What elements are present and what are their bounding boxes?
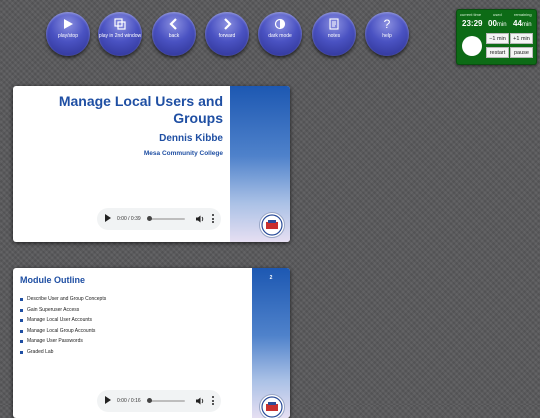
list-item: Manage Local User Accounts: [20, 315, 106, 326]
restart-button[interactable]: restart: [486, 47, 509, 58]
list-item: Describe User and Group Concepts: [20, 294, 106, 305]
audio-seek-bar[interactable]: [147, 398, 185, 403]
list-item: Graded Lab: [20, 347, 106, 358]
play-stop-label: play/stop: [57, 33, 78, 39]
used-value: 00min: [488, 19, 507, 28]
remaining-unit: min: [521, 22, 532, 28]
current-time-label: current time: [460, 12, 482, 17]
play-in-2nd-window-label: play in 2nd window: [98, 33, 142, 39]
slide-2[interactable]: Module Outline 2 Describe User and Group…: [13, 268, 290, 418]
window-icon: [98, 18, 142, 32]
slide-title: Manage Local Users and Groups: [58, 93, 223, 126]
slide-author: Dennis Kibbe: [159, 133, 223, 144]
minus-one-minute-button[interactable]: −1 min: [486, 33, 509, 44]
plus-one-minute-button[interactable]: +1 min: [510, 33, 533, 44]
slide-1[interactable]: Manage Local Users and Groups Dennis Kib…: [13, 86, 290, 242]
current-time-value: 23:29: [462, 19, 483, 28]
audio-seek-knob[interactable]: [147, 216, 152, 221]
slide-number: 2: [269, 275, 273, 281]
list-item: Manage User Passwords: [20, 336, 106, 347]
chevron-right-icon: [205, 18, 249, 32]
slide-title: Module Outline: [20, 275, 85, 285]
back-button[interactable]: back: [152, 12, 196, 56]
list-item: Manage Local Group Accounts: [20, 326, 106, 337]
dark-mode-label: dark mode: [268, 33, 292, 39]
play-in-2nd-window-button[interactable]: play in 2nd window: [98, 12, 142, 56]
question-icon: ?: [383, 17, 391, 31]
play-icon: [46, 18, 90, 32]
forward-button[interactable]: forward: [205, 12, 249, 56]
remaining-value: 44min: [513, 19, 532, 28]
more-options-icon[interactable]: [211, 214, 214, 224]
audio-time: 0:00 / 0:39: [117, 216, 141, 222]
play-icon[interactable]: [105, 396, 111, 404]
list-item: Gain Superuser Access: [20, 305, 106, 316]
help-label: help: [382, 33, 392, 39]
back-label: back: [168, 33, 180, 39]
audio-player[interactable]: 0:00 / 0:39: [97, 208, 221, 230]
notes-label: notes: [327, 33, 341, 39]
half-circle-icon: [258, 18, 302, 32]
pause-button[interactable]: pause: [510, 47, 533, 58]
used-number: 00: [488, 19, 497, 28]
notes-icon: [312, 18, 356, 32]
remaining-number: 44: [513, 19, 522, 28]
forward-label: forward: [218, 33, 236, 39]
slide-organization: Mesa Community College: [143, 150, 223, 157]
play-stop-button[interactable]: play/stop: [46, 12, 90, 56]
presentation-timer: current time used remaining 23:29 00min …: [456, 9, 537, 65]
college-logo-icon: [259, 212, 285, 238]
notes-button[interactable]: notes: [312, 12, 356, 56]
help-button[interactable]: ? help: [365, 12, 409, 56]
audio-player[interactable]: 0:00 / 0:16: [97, 390, 221, 412]
used-unit: min: [496, 22, 507, 28]
audio-seek-knob[interactable]: [147, 398, 152, 403]
timer-progress-circle: [462, 36, 482, 56]
college-logo-icon: [259, 394, 285, 418]
play-icon[interactable]: [105, 214, 111, 222]
remaining-label: remaining: [514, 12, 532, 17]
audio-seek-bar[interactable]: [147, 216, 185, 221]
outline-list: Describe User and Group Concepts Gain Su…: [20, 294, 106, 358]
volume-icon[interactable]: [195, 214, 205, 224]
chevron-left-icon: [152, 18, 196, 32]
dark-mode-button[interactable]: dark mode: [258, 12, 302, 56]
used-label: used: [493, 12, 502, 17]
